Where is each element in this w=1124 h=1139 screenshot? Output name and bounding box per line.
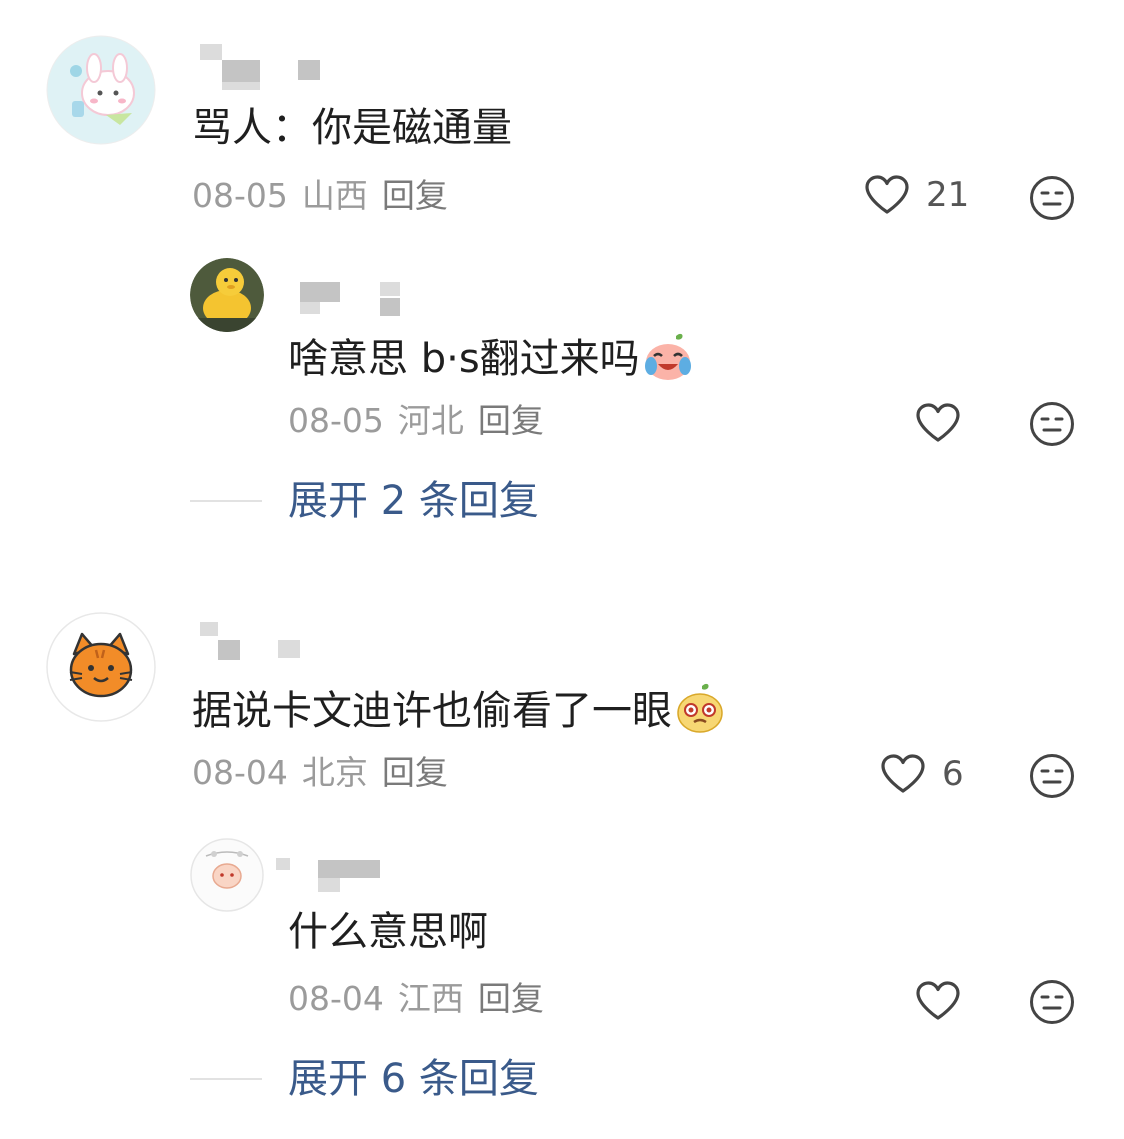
- reply-button[interactable]: 回复: [478, 401, 544, 440]
- reply-text: 什么意思啊: [288, 909, 488, 955]
- divider: [190, 500, 262, 502]
- comment-location: 山西: [301, 176, 368, 215]
- reply-date: 08-05: [288, 401, 384, 440]
- reply-button[interactable]: 回复: [478, 979, 544, 1018]
- like-count: 6: [942, 754, 964, 794]
- avatar[interactable]: [46, 35, 156, 145]
- dislike-button[interactable]: [1028, 752, 1076, 800]
- reply-location: 江西: [397, 979, 464, 1018]
- comment-meta: 08-05 山西 回复: [192, 176, 448, 216]
- heart-outline-icon: [880, 753, 926, 795]
- comment-date: 08-04: [192, 753, 288, 792]
- comment-text: 据说卡文迪许也偷看了一眼: [192, 682, 726, 735]
- comment-text: 骂人：你是磁通量: [192, 105, 512, 151]
- neutral-face-icon: [1028, 174, 1076, 222]
- expand-replies-button[interactable]: 展开 2 条回复: [288, 477, 539, 525]
- comment-location: 北京: [301, 753, 368, 792]
- comment-text-content: 据说卡文迪许也偷看了一眼: [192, 688, 672, 734]
- divider: [190, 1078, 262, 1080]
- reply-text: 啥意思 b·s翻过来吗: [288, 330, 694, 383]
- expand-replies-button[interactable]: 展开 6 条回复: [288, 1055, 539, 1103]
- reply-meta: 08-04 江西 回复: [288, 979, 544, 1019]
- comment-date: 08-05: [192, 176, 288, 215]
- avatar[interactable]: [190, 838, 264, 912]
- reply-button[interactable]: 回复: [382, 176, 448, 215]
- reply-button[interactable]: 回复: [382, 753, 448, 792]
- reply-date: 08-04: [288, 979, 384, 1018]
- like-count: 21: [926, 175, 970, 215]
- heart-outline-icon: [915, 980, 961, 1022]
- neutral-face-icon: [1028, 752, 1076, 800]
- reply-meta: 08-05 河北 回复: [288, 401, 544, 441]
- like-button[interactable]: [915, 980, 961, 1022]
- dislike-button[interactable]: [1028, 174, 1076, 222]
- laughing-crying-peach-emoji: [642, 330, 694, 382]
- comment-meta: 08-04 北京 回复: [192, 753, 448, 793]
- heart-outline-icon: [915, 402, 961, 444]
- smirking-peach-emoji: [674, 682, 726, 734]
- neutral-face-icon: [1028, 400, 1076, 448]
- avatar[interactable]: [190, 258, 264, 332]
- like-button[interactable]: 21: [864, 174, 969, 216]
- dislike-button[interactable]: [1028, 400, 1076, 448]
- like-button[interactable]: 6: [880, 753, 964, 795]
- reply-text-content: 啥意思 b·s翻过来吗: [288, 336, 640, 382]
- avatar[interactable]: [46, 612, 156, 722]
- neutral-face-icon: [1028, 978, 1076, 1026]
- like-button[interactable]: [915, 402, 961, 444]
- heart-outline-icon: [864, 174, 910, 216]
- dislike-button[interactable]: [1028, 978, 1076, 1026]
- reply-location: 河北: [397, 401, 464, 440]
